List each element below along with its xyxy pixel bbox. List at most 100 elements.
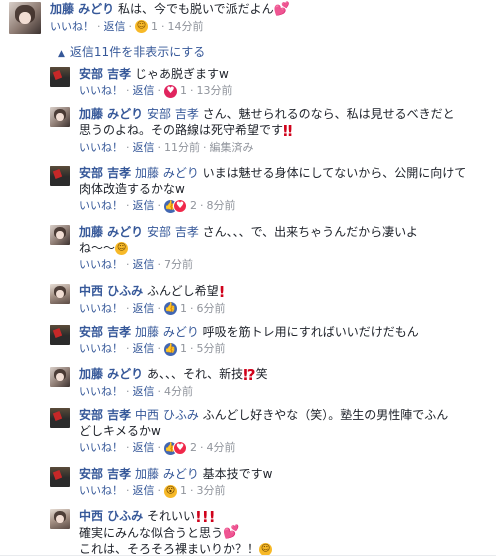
love-reaction-icon: ♥: [173, 441, 187, 455]
reaction-badge[interactable]: 👍 ♥ 2: [164, 440, 197, 456]
timestamp[interactable]: 3分前: [197, 484, 226, 497]
smile-emoji-icon: ☺: [115, 242, 129, 255]
comment-text: さん、魅せられるのなら、私は見せるべきだと: [198, 107, 455, 121]
reaction-badge[interactable]: 👍 1: [164, 341, 187, 357]
edited-label[interactable]: 編集済み: [210, 141, 254, 154]
comment-text: 肉体改造するかなw: [79, 182, 185, 196]
reply-link[interactable]: 返信: [133, 302, 155, 315]
avatar[interactable]: [50, 225, 70, 245]
avatar[interactable]: [50, 367, 70, 387]
exclamation-emoji-icon: !: [218, 282, 226, 301]
comment-author[interactable]: 加藤 みどり: [79, 367, 143, 381]
comment-author[interactable]: 中西 ひふみ: [79, 284, 143, 298]
comment-text: 笑: [255, 367, 268, 381]
heart-emoji-icon: 💕: [223, 525, 240, 540]
mention-link[interactable]: 中西 ひふみ: [135, 408, 199, 422]
timestamp[interactable]: 7分前: [164, 258, 193, 271]
timestamp[interactable]: 6分前: [197, 302, 226, 315]
mention-link[interactable]: 安部 吉孝: [147, 107, 199, 121]
reply-link[interactable]: 返信: [133, 342, 155, 355]
reply-link[interactable]: 返信: [133, 484, 155, 497]
comment-text: ふんどし好きやな（笑）。塾生の男性陣でふん: [198, 408, 449, 422]
timestamp[interactable]: 11分前: [164, 141, 200, 154]
like-link[interactable]: いいね！: [79, 141, 123, 154]
like-link[interactable]: いいね！: [79, 258, 123, 271]
mention-link[interactable]: 加藤 みどり: [135, 166, 199, 180]
avatar[interactable]: [50, 284, 70, 304]
reply-link[interactable]: 返信: [133, 141, 155, 154]
comment-text: それいい: [147, 509, 196, 523]
comment-text: あ、、、それ、新技: [147, 367, 244, 381]
timestamp[interactable]: 4分前: [207, 441, 236, 454]
comment-text: いまは魅せる身体にしてないから、公開に向けて: [198, 166, 467, 180]
reaction-badge[interactable]: ☺ 1: [135, 19, 158, 35]
reaction-badge[interactable]: 👍 ♥ 2: [164, 198, 197, 214]
like-link[interactable]: いいね！: [50, 20, 94, 33]
avatar[interactable]: [50, 67, 70, 87]
like-link[interactable]: いいね！: [79, 385, 123, 398]
comment-author[interactable]: 安部 吉孝: [79, 408, 131, 422]
reaction-badge[interactable]: 👍 1: [164, 301, 187, 317]
like-reaction-icon: 👍: [164, 302, 177, 315]
reaction-badge[interactable]: ♥ 1: [164, 83, 187, 99]
chevron-up-icon: ▲: [58, 49, 65, 59]
like-link[interactable]: いいね！: [79, 484, 123, 497]
like-link[interactable]: いいね！: [79, 84, 123, 97]
like-link[interactable]: いいね！: [79, 342, 123, 355]
mention-link[interactable]: 安部 吉孝: [147, 225, 199, 239]
timestamp[interactable]: 8分前: [207, 199, 236, 212]
timestamp[interactable]: 14分前: [168, 20, 204, 33]
avatar[interactable]: [50, 107, 70, 127]
comment-text: 確実にみんな似合うと思う: [79, 525, 224, 540]
comment-text: ふんどし希望: [147, 284, 219, 298]
hide-replies-link[interactable]: ▲ 返信11件を非表示にする: [58, 43, 205, 60]
comment-text: 呼吸を筋トレ用にすればいいだけだもん: [198, 325, 419, 339]
heart-emoji-icon: 💕: [273, 1, 290, 17]
timestamp[interactable]: 5分前: [197, 342, 226, 355]
comment-text: 基本技ですw: [198, 467, 273, 481]
reply-link[interactable]: 返信: [104, 20, 126, 33]
mention-link[interactable]: 加藤 みどり: [135, 325, 199, 339]
reaction-badge[interactable]: 😮 1: [164, 483, 187, 499]
like-link[interactable]: いいね！: [79, 441, 123, 454]
reply-link[interactable]: 返信: [133, 84, 155, 97]
comment-text: どしキメるかw: [79, 424, 161, 438]
reply-link[interactable]: 返信: [133, 441, 155, 454]
divider: [0, 555, 496, 556]
reply-link[interactable]: 返信: [133, 385, 155, 398]
like-reaction-icon: 👍: [164, 342, 177, 356]
reply-link[interactable]: 返信: [133, 199, 155, 212]
love-reaction-icon: ♥: [173, 199, 187, 213]
comment-author[interactable]: 中西 ひふみ: [79, 509, 143, 523]
timestamp[interactable]: 13分前: [197, 84, 233, 97]
love-reaction-icon: ♥: [164, 84, 177, 98]
comment-author[interactable]: 加藤 みどり: [50, 2, 114, 16]
comment-text: じゃあ脱ぎますw: [135, 67, 229, 81]
comment-author[interactable]: 加藤 みどり: [79, 225, 143, 239]
comment-text: これは、そろそろ裸まいりか？！: [79, 542, 260, 556]
reply-link[interactable]: 返信: [133, 258, 155, 271]
exclamation-emoji-icon: !!!: [195, 507, 216, 526]
wow-reaction-icon: 😮: [164, 484, 177, 498]
comment-text: 思うのよね。その路線は死守希望です: [79, 123, 284, 137]
mention-link[interactable]: 加藤 みどり: [135, 467, 199, 481]
avatar[interactable]: [50, 325, 70, 345]
comment-author[interactable]: 加藤 みどり: [79, 107, 143, 121]
comment-text: ね〜〜: [79, 241, 116, 255]
comment-author[interactable]: 安部 吉孝: [79, 67, 131, 81]
comment-author[interactable]: 安部 吉孝: [79, 325, 131, 339]
comment-text: 私は、今でも脱いで派だよん: [118, 2, 274, 16]
avatar[interactable]: [50, 509, 70, 529]
interrobang-emoji-icon: ⁉: [243, 365, 256, 384]
avatar[interactable]: [50, 467, 70, 487]
double-exclamation-emoji-icon: ‼: [283, 121, 293, 140]
avatar[interactable]: [50, 166, 70, 186]
timestamp[interactable]: 4分前: [164, 385, 193, 398]
avatar[interactable]: [50, 408, 70, 428]
avatar[interactable]: [9, 2, 41, 34]
comment-author[interactable]: 安部 吉孝: [79, 166, 131, 180]
comment-text: さん、、、で、出来ちゃうんだから凄いよ: [198, 225, 418, 239]
like-link[interactable]: いいね！: [79, 302, 123, 315]
like-link[interactable]: いいね！: [79, 199, 123, 212]
comment-author[interactable]: 安部 吉孝: [79, 467, 131, 481]
